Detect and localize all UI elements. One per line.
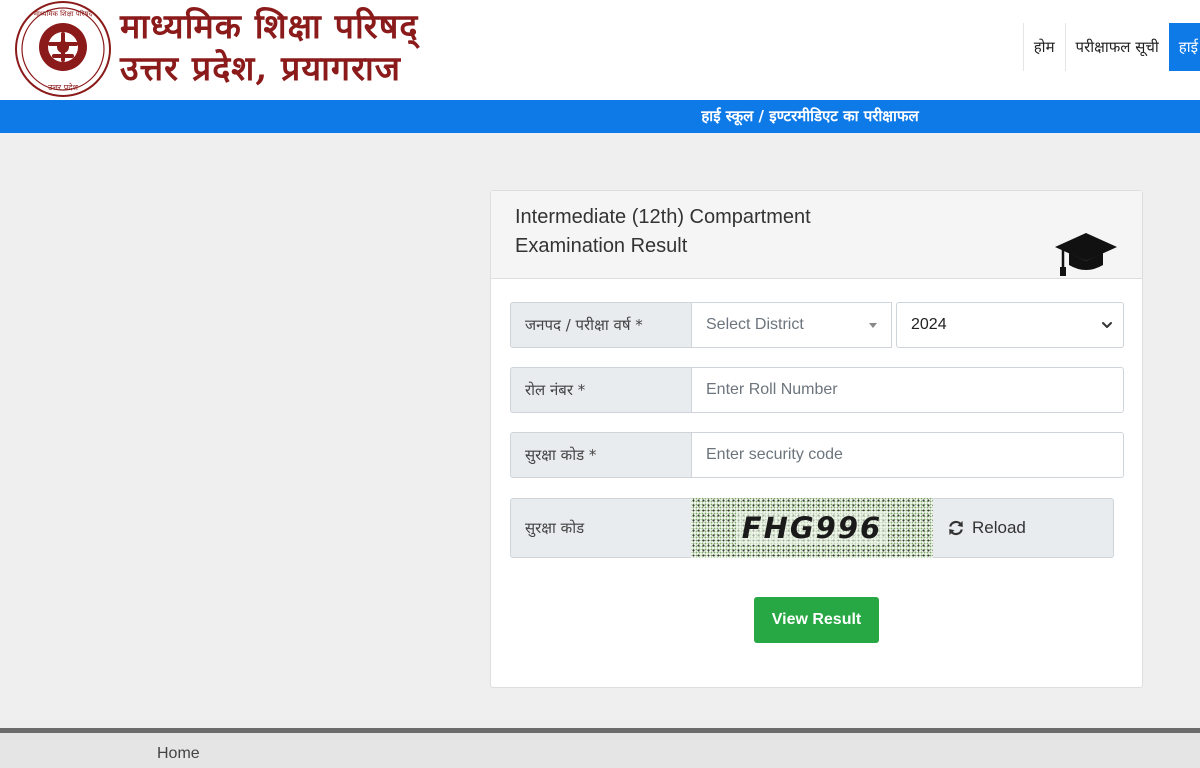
district-year-row: जनपद / परीक्षा वर्ष * Select District 20… (510, 302, 1124, 348)
roll-number-row: रोल नंबर * Enter Roll Number (510, 367, 1124, 413)
roll-number-label: रोल नंबर * (510, 367, 691, 413)
reload-captcha-button[interactable]: Reload (933, 498, 1114, 558)
security-code-placeholder: Enter security code (706, 446, 843, 463)
card-title: Intermediate (12th) Compartment Examinat… (515, 206, 811, 257)
footer-home-link[interactable]: Home (157, 745, 200, 763)
board-logo-icon[interactable]: माध्यमिक शिक्षा परिषद उत्तर प्रदेश (12, 0, 114, 98)
roll-number-placeholder: Enter Roll Number (706, 381, 838, 398)
captcha-text: FHG996 (735, 511, 889, 545)
top-navigation: होम परीक्षाफल सूची हाई (1022, 23, 1200, 71)
roll-number-input[interactable]: Enter Roll Number (691, 367, 1124, 413)
captcha-label: सुरक्षा कोड (510, 498, 691, 558)
org-title-line1: माध्यमिक शिक्षा परिषद् (120, 7, 419, 47)
result-form-card: Intermediate (12th) Compartment Examinat… (490, 190, 1143, 688)
org-title-line2: उत्तर प्रदेश, प्रयागराज (120, 49, 402, 89)
security-code-label: सुरक्षा कोड * (510, 432, 691, 478)
district-year-label: जनपद / परीक्षा वर्ष * (510, 302, 691, 348)
logo-text-top: माध्यमिक शिक्षा परिषद (34, 9, 93, 18)
site-header: माध्यमिक शिक्षा परिषद उत्तर प्रदेश माध्य… (0, 0, 1200, 100)
chevron-down-icon (1102, 322, 1112, 328)
nav-item-result-list[interactable]: परीक्षाफल सूची (1064, 23, 1169, 71)
logo-text-bottom: उत्तर प्रदेश (48, 82, 79, 92)
banner-strip: हाई स्कूल / इण्टरमीडिएट का परीक्षाफल (0, 100, 1200, 133)
district-select[interactable]: Select District (691, 302, 892, 348)
reload-label: Reload (972, 518, 1026, 537)
org-title: माध्यमिक शिक्षा परिषद् उत्तर प्रदेश, प्र… (120, 6, 418, 90)
nav-item-highschool[interactable]: हाई (1168, 23, 1200, 71)
district-select-placeholder: Select District (706, 316, 804, 333)
banner-text: हाई स्कूल / इण्टरमीडिएट का परीक्षाफल (701, 107, 919, 125)
year-select-value: 2024 (911, 316, 947, 333)
site-footer: Home (0, 733, 1200, 768)
card-header: Intermediate (12th) Compartment Examinat… (491, 191, 1142, 279)
security-code-input[interactable]: Enter security code (691, 432, 1124, 478)
nav-item-home[interactable]: होम (1022, 23, 1065, 71)
year-select[interactable]: 2024 (896, 302, 1124, 348)
security-code-row: सुरक्षा कोड * Enter security code (510, 432, 1124, 478)
captcha-row: सुरक्षा कोड FHG996 Reload (510, 498, 1114, 558)
caret-down-icon (869, 323, 877, 328)
captcha-image: FHG996 (691, 498, 933, 558)
graduation-cap-icon (1055, 233, 1117, 276)
refresh-icon (949, 520, 963, 536)
view-result-button[interactable]: View Result (754, 597, 879, 643)
